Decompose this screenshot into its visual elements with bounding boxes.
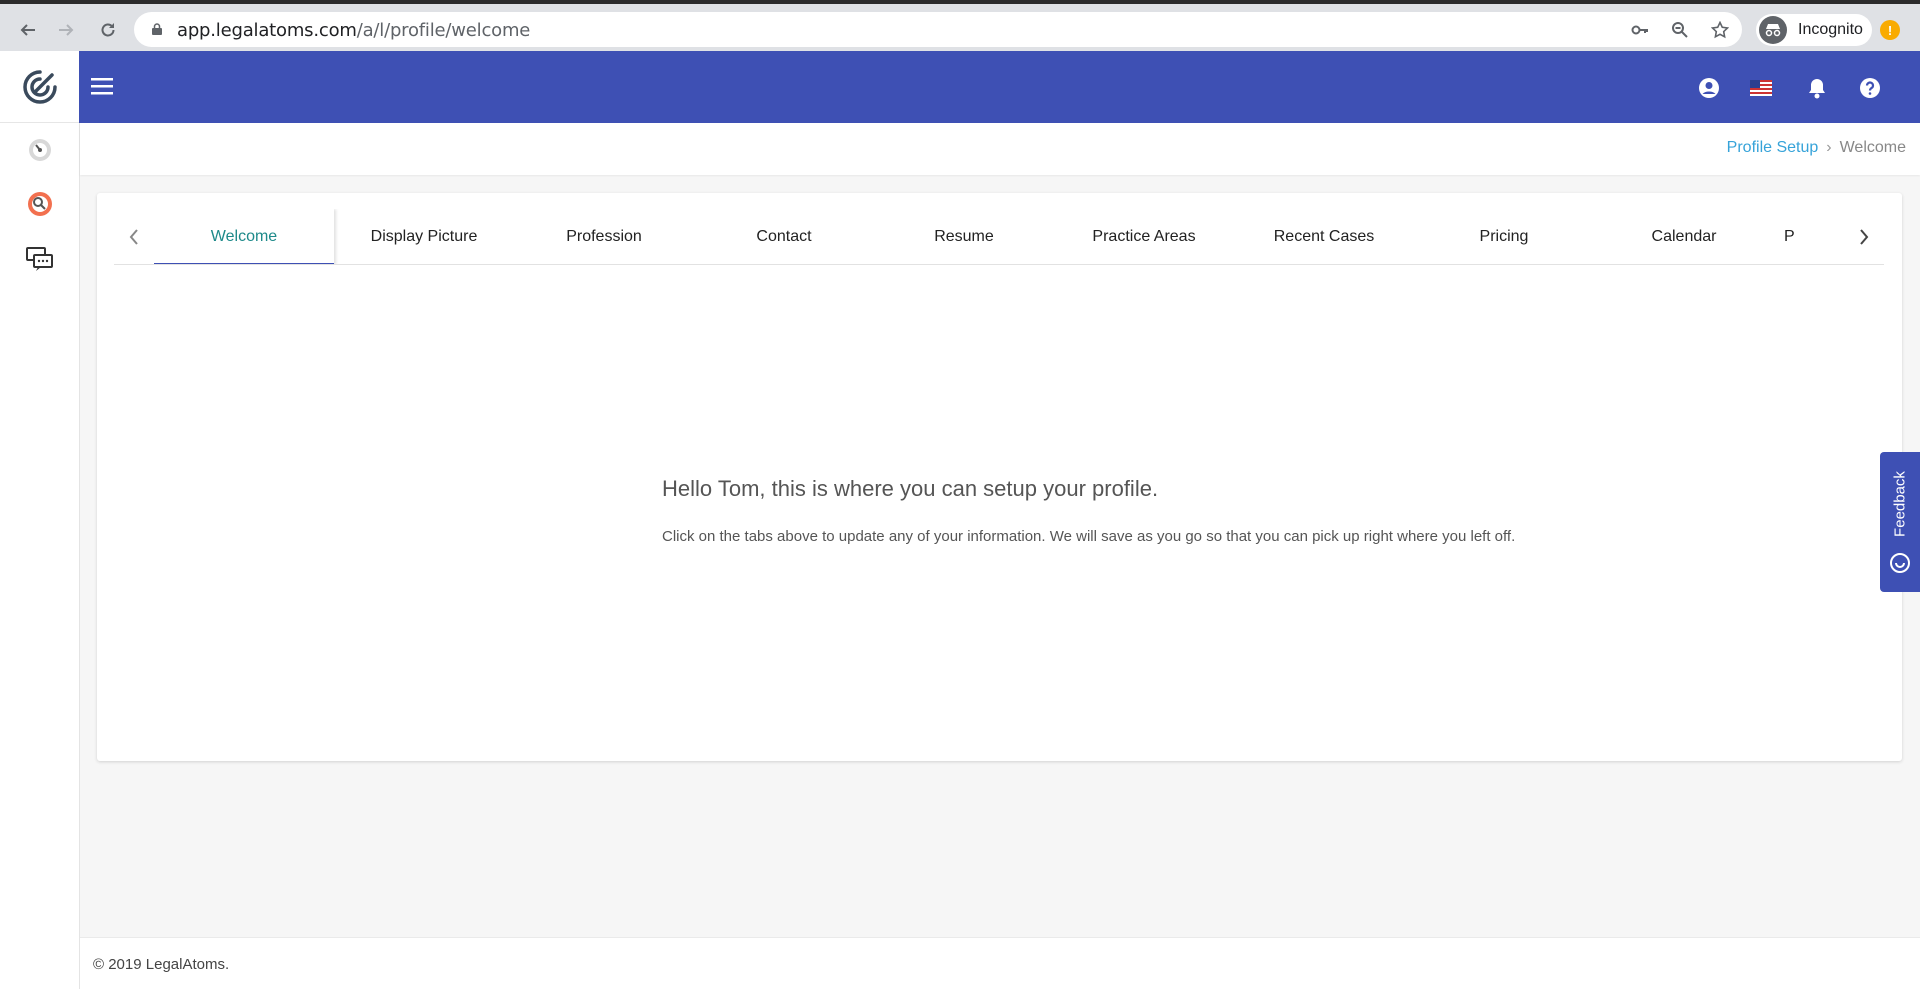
- tab-pricing[interactable]: Pricing: [1414, 209, 1594, 264]
- tab-resume[interactable]: Resume: [874, 209, 1054, 264]
- breadcrumb-separator: ›: [1826, 139, 1832, 156]
- tab-calendar[interactable]: Calendar: [1594, 209, 1774, 264]
- search-lawyer-icon[interactable]: [26, 190, 54, 218]
- forward-icon[interactable]: [52, 16, 80, 44]
- copyright-text: © 2019 LegalAtoms.: [93, 956, 230, 973]
- lock-icon: [152, 23, 162, 35]
- footer: © 2019 LegalAtoms.: [80, 937, 1920, 989]
- tab-strip: Welcome Display Picture Profession Contact R…: [154, 209, 1844, 264]
- feedback-icon: [1890, 553, 1910, 573]
- zoom-icon[interactable]: [1671, 21, 1689, 39]
- url-text: app.legalatoms.com/a/l/profile/welcome: [177, 20, 531, 41]
- incognito-label: Incognito: [1798, 21, 1863, 38]
- app-sidebar: [0, 51, 80, 989]
- tab-display-picture[interactable]: Display Picture: [334, 209, 514, 264]
- user-account-icon[interactable]: [1697, 76, 1721, 100]
- update-alert-icon[interactable]: !: [1880, 20, 1900, 40]
- tab-recent-cases[interactable]: Recent Cases: [1234, 209, 1414, 264]
- help-icon[interactable]: [1858, 76, 1882, 100]
- key-icon[interactable]: [1631, 21, 1649, 39]
- breadcrumb-profile-setup[interactable]: Profile Setup: [1727, 139, 1819, 157]
- reload-icon[interactable]: [94, 16, 122, 44]
- logo[interactable]: [0, 51, 79, 123]
- dashboard-icon[interactable]: [26, 136, 54, 164]
- feedback-button[interactable]: Feedback: [1880, 452, 1920, 592]
- incognito-badge[interactable]: Incognito: [1756, 14, 1872, 46]
- us-flag-icon[interactable]: [1749, 76, 1773, 100]
- breadcrumb: Profile Setup › Welcome: [1727, 139, 1906, 157]
- legalatoms-logo-icon: [22, 69, 57, 104]
- messages-icon[interactable]: [26, 245, 54, 273]
- breadcrumb-current: Welcome: [1839, 139, 1906, 156]
- app-header: [79, 51, 1920, 123]
- tab-welcome[interactable]: Welcome: [154, 209, 334, 264]
- address-bar[interactable]: app.legalatoms.com/a/l/profile/welcome: [134, 12, 1742, 47]
- incognito-icon: [1759, 16, 1787, 44]
- browser-toolbar: app.legalatoms.com/a/l/profile/welcome I…: [0, 0, 1920, 51]
- bookmark-star-icon[interactable]: [1711, 21, 1729, 39]
- tab-scroll-right-icon[interactable]: [1844, 209, 1884, 264]
- tab-contact[interactable]: Contact: [694, 209, 874, 264]
- tab-practice-areas[interactable]: Practice Areas: [1054, 209, 1234, 264]
- tab-profession[interactable]: Profession: [514, 209, 694, 264]
- welcome-description: Click on the tabs above to update any of…: [662, 528, 1516, 545]
- profile-setup-card: Welcome Display Picture Profession Contact R…: [97, 193, 1902, 761]
- bell-icon[interactable]: [1805, 76, 1829, 100]
- welcome-heading: Hello Tom, this is where you can setup y…: [662, 476, 1159, 501]
- feedback-label: Feedback: [1891, 471, 1909, 537]
- tab-bar: Welcome Display Picture Profession Contact R…: [114, 209, 1884, 265]
- back-icon[interactable]: [14, 16, 42, 44]
- tab-truncated[interactable]: P: [1774, 209, 1814, 264]
- tab-scroll-left-icon[interactable]: [114, 209, 154, 264]
- menu-icon[interactable]: [91, 75, 115, 97]
- breadcrumb-bar: Profile Setup › Welcome: [80, 123, 1920, 175]
